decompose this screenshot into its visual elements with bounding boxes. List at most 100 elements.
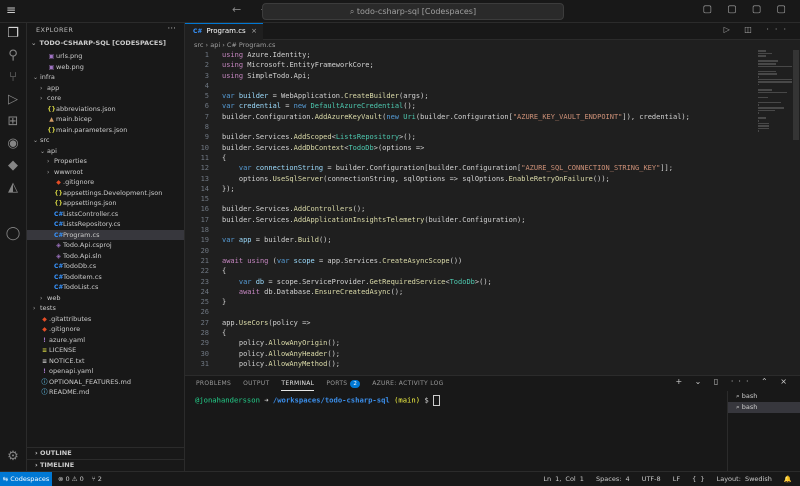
remote-indicator[interactable]: ⇆ Codespaces [0, 472, 52, 486]
file-item[interactable]: ◆ .gitignore [27, 324, 184, 335]
terminal-output[interactable]: @jonahandersson ➜ /workspaces/todo-cshar… [195, 395, 441, 406]
file-item[interactable]: ≡ NOTICE.txt [27, 356, 184, 367]
folder-item[interactable]: ⌄ infra [27, 72, 184, 83]
panel-tab-output[interactable]: OUTPUT [243, 378, 269, 390]
file-item[interactable]: ◆ .gitignore [27, 177, 184, 188]
file-item[interactable]: ! openapi.yaml [27, 366, 184, 377]
breadcrumb[interactable]: src › api › C# Program.cs [194, 40, 275, 50]
file-item[interactable]: {}abbreviations.json [27, 104, 184, 115]
file-item[interactable]: ▣ web.png [27, 62, 184, 73]
file-item[interactable]: ⓘ README.md [27, 387, 184, 398]
code-line: 23 var db = scope.ServiceProvider.GetReq… [185, 277, 755, 287]
file-label: main.bicep [56, 115, 92, 123]
editor-actions[interactable]: ▷ ◫ ··· [724, 25, 792, 34]
command-center[interactable]: ⌕ todo-csharp-sql [Codespaces] [262, 3, 564, 20]
panel-tab-azure-activity-log[interactable]: AZURE: ACTIVITY LOG [372, 378, 443, 390]
file-item[interactable]: C#ListsRepository.cs [27, 219, 184, 230]
file-label: app [47, 83, 60, 92]
file-label: .gitignore [49, 325, 81, 333]
outline-section[interactable]: › OUTLINE [27, 447, 184, 459]
line-number: 22 [200, 267, 209, 276]
keyboard-layout[interactable]: Layout: Swedish [717, 475, 772, 483]
panel-tab-problems[interactable]: PROBLEMS [196, 378, 231, 390]
indentation[interactable]: Spaces: 4 [596, 475, 630, 483]
code-view[interactable]: 1 using Azure.Identity; 2 using Microsoft.E… [185, 50, 755, 370]
folder-item[interactable]: ⌄ api [27, 146, 184, 157]
notifications-icon[interactable]: 🔔 [784, 475, 792, 483]
extensions-icon[interactable]: ⊞ [4, 113, 22, 131]
search-icon[interactable]: ⚲ [4, 47, 22, 65]
file-item[interactable]: C#TodoList.cs [27, 282, 184, 293]
terminal-instance[interactable]: ⌕ bash [728, 391, 800, 402]
file-label: main.parameters.json [56, 125, 128, 134]
code-line: 4 [185, 81, 755, 91]
file-item[interactable]: C#TodoDb.cs [27, 261, 184, 272]
file-item[interactable]: ≡ LICENSE [27, 345, 184, 356]
folder-item[interactable]: ⌄ src [27, 135, 184, 146]
line-number: 18 [200, 226, 209, 235]
file-item[interactable]: C#Program.cs [27, 229, 184, 240]
minimap[interactable] [758, 50, 794, 200]
azure-icon[interactable]: ◭ [4, 179, 22, 197]
file-label: Todo.Api.sln [63, 251, 102, 260]
file-item[interactable]: ◈ Todo.Api.csproj [27, 240, 184, 251]
problems-status[interactable]: ⊗ 0 ⚠ 0 [58, 475, 84, 483]
panel-tab-ports[interactable]: PORTS 2 [326, 378, 361, 390]
timeline-section[interactable]: › TIMELINE [27, 459, 184, 471]
folder-item[interactable]: › web [27, 293, 184, 304]
file-item[interactable]: C#TodoItem.cs [27, 272, 184, 283]
file-item[interactable]: ◈ Todo.Api.sln [27, 251, 184, 262]
menu-icon[interactable]: ≡ [6, 3, 16, 17]
file-item[interactable]: ▲ main.bicep [27, 114, 184, 125]
file-item[interactable]: ! azure.yaml [27, 335, 184, 346]
activity-bar: ❐ ⚲ ⑂ ▷ ⊞ ◉ ◆ ◭ ◯ ⚙ [0, 23, 27, 471]
account-icon[interactable]: ◯ [4, 225, 22, 243]
file-item[interactable]: C#ListsController.cs [27, 209, 184, 220]
file-item[interactable]: {}main.parameters.json [27, 125, 184, 136]
source-control-icon[interactable]: ⑂ [4, 69, 22, 87]
line-number: 11 [200, 153, 209, 162]
end-of-line[interactable]: LF [673, 475, 680, 483]
file-label: OPTIONAL_FEATURES.md [49, 377, 132, 386]
github-icon[interactable]: ◉ [4, 135, 22, 153]
language-icon[interactable]: { } [692, 475, 704, 483]
line-number: 16 [200, 205, 209, 214]
ports-status[interactable]: ⑂ 2 [92, 475, 102, 483]
code-line: 8 [185, 122, 755, 132]
folder-item[interactable]: › tests [27, 303, 184, 314]
line-number: 4 [204, 81, 209, 90]
explorer-icon[interactable]: ❐ [4, 25, 22, 43]
file-item[interactable]: {}appsettings.Development.json [27, 188, 184, 199]
folder-item[interactable]: › Properties [27, 156, 184, 167]
terminal-list: ⌕ bash ⌕ bash [727, 391, 800, 471]
folder-item[interactable]: › wwwroot [27, 167, 184, 178]
csharp-icon: C# [193, 28, 203, 35]
run-debug-icon[interactable]: ▷ [4, 91, 22, 109]
file-label: Program.cs [63, 230, 100, 239]
file-item[interactable]: ◆ .gitattributes [27, 314, 184, 325]
panel-tab-terminal[interactable]: TERMINAL [281, 378, 315, 391]
folder-item[interactable]: › app [27, 83, 184, 94]
line-number: 29 [200, 339, 209, 348]
cursor-position[interactable]: Ln 1, Col 1 [543, 475, 584, 483]
docker-icon[interactable]: ◆ [4, 157, 22, 175]
file-item[interactable]: ▣ urls.png [27, 51, 184, 62]
folder-item[interactable]: › core [27, 93, 184, 104]
more-actions-icon[interactable]: ··· [167, 24, 176, 34]
close-icon[interactable]: × [251, 24, 257, 39]
line-number: 30 [200, 349, 209, 358]
encoding[interactable]: UTF-8 [642, 475, 661, 483]
scrollbar[interactable] [793, 50, 799, 140]
workspace-root[interactable]: ⌄ TODO-CSHARP-SQL [CODESPACES] [27, 38, 184, 48]
tab-program-cs[interactable]: C# Program.cs × [185, 23, 263, 40]
code-line: 14}); [185, 184, 755, 194]
terminal-toolbar[interactable]: + ⌄ ▯ ··· ⌃ × [675, 377, 792, 386]
line-number: 1 [204, 51, 209, 59]
file-label: openapi.yaml [49, 367, 94, 375]
terminal-instance[interactable]: ⌕ bash [728, 402, 800, 413]
file-item[interactable]: ⓘ OPTIONAL_FEATURES.md [27, 377, 184, 388]
file-item[interactable]: {}appsettings.json [27, 198, 184, 209]
settings-icon[interactable]: ⚙ [4, 448, 22, 466]
layout-controls[interactable]: ▢ ▢ ▢ ▢ [703, 4, 792, 15]
line-number: 20 [200, 246, 209, 255]
